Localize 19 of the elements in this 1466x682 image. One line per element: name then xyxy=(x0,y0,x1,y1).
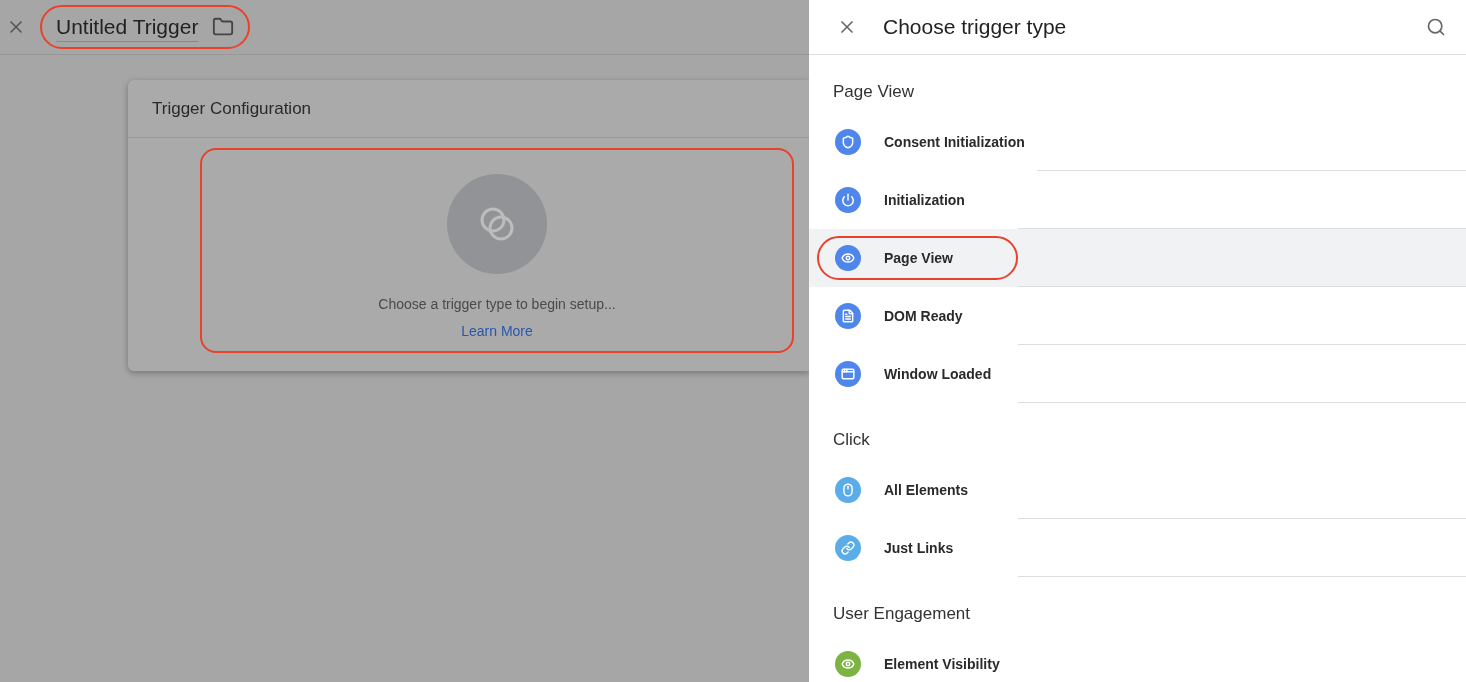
trigger-name-field[interactable]: Untitled Trigger xyxy=(56,12,199,42)
item-label: DOM Ready xyxy=(884,306,963,326)
item-label: Element Visibility xyxy=(884,654,1000,674)
panel-title: Choose trigger type xyxy=(883,14,1067,41)
empty-state-outline[interactable]: Choose a trigger type to begin setup... Learn More xyxy=(200,148,794,353)
item-label: Page View xyxy=(884,248,953,268)
item-label: All Elements xyxy=(884,480,969,500)
section-heading: User Engagement xyxy=(833,603,971,626)
section-heading: Page View xyxy=(833,81,914,104)
item-label: Consent Initialization xyxy=(884,132,1025,152)
card-title: Trigger Configuration xyxy=(152,97,312,120)
search-icon[interactable] xyxy=(1426,17,1446,37)
item-label: Window Loaded xyxy=(884,364,992,384)
empty-state-text: Choose a trigger type to begin setup... xyxy=(378,295,616,314)
trigger-type-item[interactable]: Page View xyxy=(809,229,1466,287)
item-label: Initialization xyxy=(884,190,965,210)
item-label: Just Links xyxy=(884,538,954,558)
section-heading: Click xyxy=(833,429,870,452)
folder-icon[interactable] xyxy=(212,16,235,38)
